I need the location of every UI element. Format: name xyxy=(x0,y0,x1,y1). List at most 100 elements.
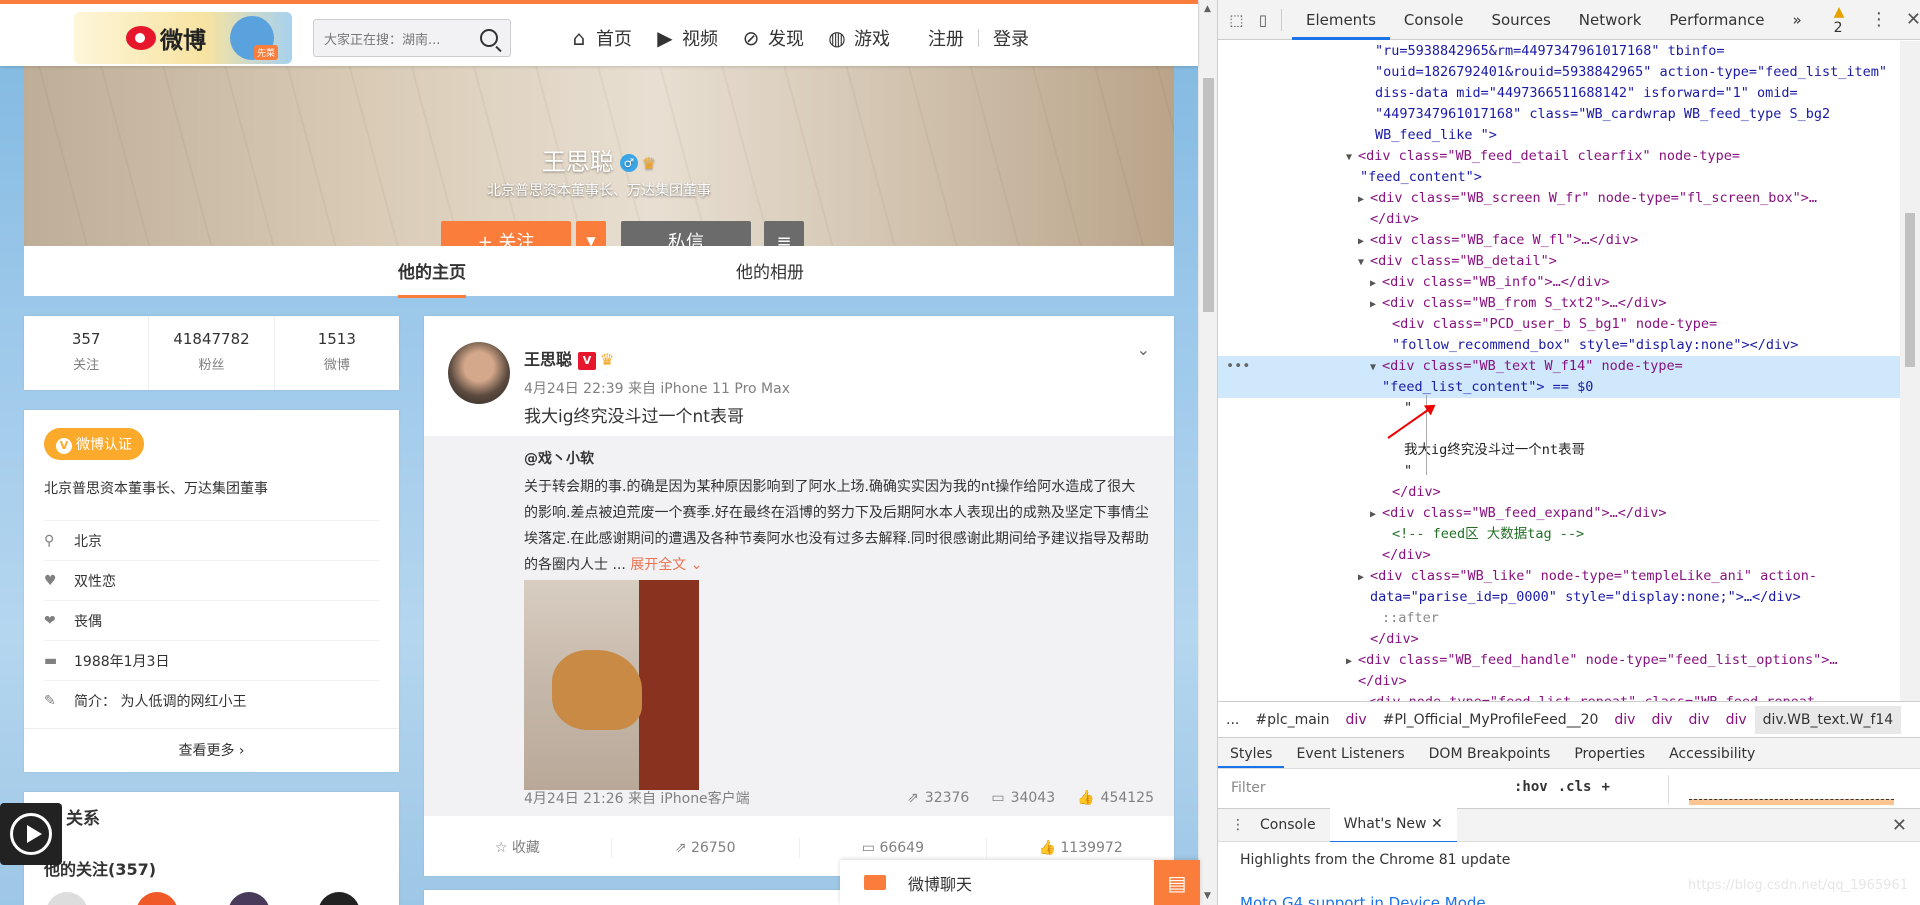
expanded-triangle-icon[interactable]: ▼ xyxy=(1346,147,1358,168)
scroll-thumb[interactable] xyxy=(1203,78,1214,312)
tab-sources[interactable]: Sources xyxy=(1477,0,1564,40)
dom-node-line[interactable]: ▶ <div class="WB_face W_fl">…</div> xyxy=(1218,230,1901,251)
weibo-chat-bar[interactable]: 微博聊天 ▤ xyxy=(840,860,1200,905)
follow-button[interactable]: + 关注 xyxy=(441,221,571,246)
crumb[interactable]: #Pl_Official_MyProfileFeed__20 xyxy=(1383,712,1599,728)
tab-accessibility[interactable]: Accessibility xyxy=(1657,738,1767,768)
tab-console[interactable]: Console xyxy=(1390,0,1478,40)
login-link[interactable]: 登录 xyxy=(993,25,1029,51)
dom-node-line[interactable] xyxy=(1218,419,1901,440)
weibo-logo[interactable]: 微博 先菜 xyxy=(74,12,292,64)
cls-toggle[interactable]: .cls xyxy=(1558,779,1592,795)
repost-like[interactable]: 👍 454125 xyxy=(1077,788,1154,808)
follow-dropdown-button[interactable]: ▼ xyxy=(576,221,606,246)
tab-elements[interactable]: Elements xyxy=(1291,0,1390,40)
device-toggle-icon[interactable]: ▯ xyxy=(1255,9,1272,31)
crumb-selected[interactable]: div.WB_text.W_f14 xyxy=(1754,705,1902,734)
dom-node-line[interactable]: </div> xyxy=(1218,545,1901,566)
collapsed-triangle-icon[interactable]: ▶ xyxy=(1370,273,1382,294)
collapsed-triangle-icon[interactable]: ▶ xyxy=(1370,294,1382,315)
dom-node-line[interactable]: "4497347961017168" class="WB_cardwrap WB… xyxy=(1218,104,1901,125)
repost-image[interactable] xyxy=(524,580,699,790)
nav-home[interactable]: ⌂ 首页 xyxy=(568,25,632,51)
dom-node-line[interactable]: data="parise_id=p_0000" style="display:n… xyxy=(1218,587,1901,608)
dom-node-line[interactable]: ▶ <div class="WB_like" node-type="templeL… xyxy=(1218,566,1901,587)
chat-bubble-icon[interactable]: ▤ xyxy=(1154,860,1200,905)
search-input[interactable]: 大家正在搜：湖南... xyxy=(313,19,511,57)
new-rule-button[interactable]: + xyxy=(1601,779,1609,795)
close-icon[interactable]: ✕ xyxy=(1906,9,1920,30)
collapsed-triangle-icon[interactable]: ▶ xyxy=(1370,504,1382,525)
node-actions-icon[interactable]: ••• xyxy=(1226,356,1250,377)
dom-node-line[interactable]: "ouid=1826792401&rouid=5938842965" actio… xyxy=(1218,62,1901,83)
close-drawer-icon[interactable]: ✕ xyxy=(1892,815,1907,836)
collapsed-triangle-icon[interactable]: ▶ xyxy=(1346,651,1358,672)
collapsed-triangle-icon[interactable]: ▶ xyxy=(1358,189,1370,210)
comment-button[interactable]: ▭ 66649 xyxy=(800,838,988,858)
scroll-thumb[interactable] xyxy=(1905,213,1915,367)
tab-album[interactable]: 他的相册 xyxy=(736,258,804,283)
avatar[interactable] xyxy=(136,892,178,905)
avatar[interactable] xyxy=(228,892,270,905)
tab-dom-breakpoints[interactable]: DOM Breakpoints xyxy=(1417,738,1563,768)
dom-node-line[interactable]: <div node-type="feed_list_repeat" class=… xyxy=(1218,692,1901,701)
favorite-button[interactable]: ☆ 收藏 xyxy=(424,838,612,858)
stat-posts[interactable]: 1513 微博 xyxy=(275,316,399,390)
kebab-menu-icon[interactable]: ⋮ xyxy=(1870,9,1888,30)
dom-node-line[interactable]: ▶ <div class="WB_feed_handle" node-type="… xyxy=(1218,650,1901,671)
chevron-down-icon[interactable]: ⌄ xyxy=(1137,340,1150,359)
nav-video[interactable]: ▶ 视频 xyxy=(654,25,718,51)
collapsed-triangle-icon[interactable]: ▶ xyxy=(1358,567,1370,588)
dom-node-line[interactable]: ▶ <div class="WB_info">…</div> xyxy=(1218,272,1901,293)
expanded-triangle-icon[interactable]: ▼ xyxy=(1358,252,1370,273)
see-more-link[interactable]: 查看更多 › xyxy=(24,728,399,772)
tab-styles[interactable]: Styles xyxy=(1218,738,1285,768)
dom-node-line[interactable]: </div> xyxy=(1218,629,1901,650)
scroll-up-icon[interactable]: ▲ xyxy=(1204,4,1211,14)
nav-discover[interactable]: ⊘ 发现 xyxy=(740,25,804,51)
dom-node-line[interactable]: "feed_list_content"> == $0 xyxy=(1218,377,1901,398)
styles-filter-input[interactable]: Filter xyxy=(1224,774,1504,800)
repost-comment[interactable]: ▭ 34043 xyxy=(991,788,1055,808)
dom-node-line[interactable]: </div> xyxy=(1218,209,1901,230)
repost-author[interactable]: @戏丶小软 xyxy=(524,448,1154,468)
dom-node-line[interactable]: ▶ <div class="WB_screen W_fr" node-type="… xyxy=(1218,188,1901,209)
tab-event-listeners[interactable]: Event Listeners xyxy=(1284,738,1416,768)
avatar[interactable] xyxy=(46,892,88,905)
expand-link[interactable]: 展开全文 ⌄ xyxy=(630,557,702,573)
crumb[interactable]: #plc_main xyxy=(1255,712,1329,728)
dom-node-line[interactable]: ••• ▼ <div class="WB_text W_f14" node-type… xyxy=(1218,356,1901,377)
crumb[interactable]: ... xyxy=(1226,712,1239,728)
tab-properties[interactable]: Properties xyxy=(1562,738,1657,768)
dom-tree[interactable]: "ru=5938842965&rm=4497347961017168" tbin… xyxy=(1218,41,1901,701)
stat-followers[interactable]: 41847782 粉丝 xyxy=(149,316,275,390)
dom-node-line[interactable]: ▶ <div class="WB_from S_txt2">…</div> xyxy=(1218,293,1901,314)
dom-node-line[interactable]: ▶ <div class="WB_feed_expand">…</div> xyxy=(1218,503,1901,524)
whats-new-link[interactable]: Moto G4 support in Device Mode xyxy=(1240,894,1486,905)
author-name[interactable]: 王思聪 V ♛ xyxy=(524,346,614,370)
dom-node-line[interactable]: "ru=5938842965&rm=4497347961017168" tbin… xyxy=(1218,41,1901,62)
like-button[interactable]: 👍 1139972 xyxy=(987,838,1174,858)
expanded-triangle-icon[interactable]: ▼ xyxy=(1370,357,1382,378)
dom-node-line[interactable]: 我大ig终究没斗过一个nt表哥 xyxy=(1218,440,1901,461)
tab-home[interactable]: 他的主页 xyxy=(398,258,466,298)
crumb[interactable]: div xyxy=(1689,712,1710,728)
dom-node-line[interactable]: ::after xyxy=(1218,608,1901,629)
crumb[interactable]: div xyxy=(1614,712,1635,728)
crumb[interactable]: div xyxy=(1726,712,1747,728)
scroll-down-icon[interactable]: ▼ xyxy=(1204,891,1211,901)
dom-node-line[interactable]: diss-data mid="4497366511688142" isforwa… xyxy=(1218,83,1901,104)
repost-share[interactable]: ⇗ 32376 xyxy=(907,788,969,808)
dom-node-line[interactable]: </div> xyxy=(1218,671,1901,692)
drawer-menu-icon[interactable]: ⋮ xyxy=(1230,817,1246,833)
dom-node-line[interactable]: " xyxy=(1218,398,1901,419)
message-button[interactable]: 私信 xyxy=(621,221,751,246)
dom-node-line[interactable]: </div> xyxy=(1218,482,1901,503)
inspect-icon[interactable]: ⬚ xyxy=(1228,9,1245,31)
more-menu-button[interactable]: ≡ xyxy=(764,221,804,246)
tab-console-drawer[interactable]: Console xyxy=(1246,808,1330,842)
crumb[interactable]: div xyxy=(1346,712,1367,728)
tab-whats-new[interactable]: What's New ✕ xyxy=(1329,807,1457,843)
dom-node-line[interactable]: ▼ <div class="WB_detail"> xyxy=(1218,251,1901,272)
dom-node-line[interactable]: ▼ <div class="WB_feed_detail clearfix" no… xyxy=(1218,146,1901,167)
